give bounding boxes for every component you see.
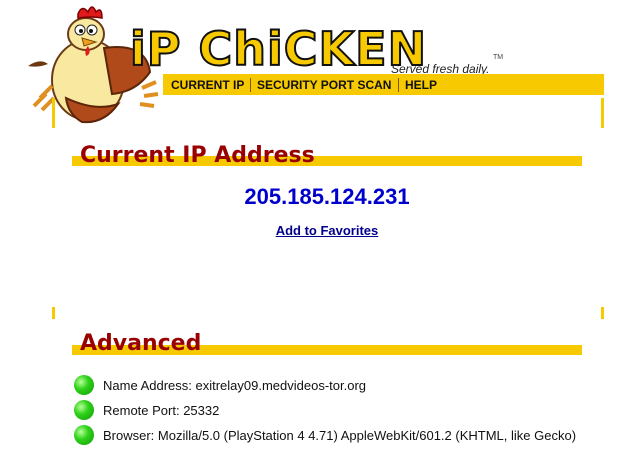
frame-left-mid <box>52 307 55 319</box>
browser-row: Browser: Mozilla/5.0 (PlayStation 4 4.71… <box>103 428 577 443</box>
ip-address-value: 205.185.124.231 <box>244 184 410 209</box>
frame-left-top <box>52 98 55 128</box>
add-to-favorites-link[interactable]: Add to Favorites <box>0 223 624 238</box>
name-address-row: Name Address: exitrelay09.medvideos-tor.… <box>103 378 367 393</box>
nav-divider <box>250 78 251 92</box>
nav-bar: CURRENT IP SECURITY PORT SCAN HELP <box>163 74 604 95</box>
nav-divider <box>398 78 399 92</box>
nav-current-ip[interactable]: CURRENT IP <box>171 74 244 95</box>
section-title-current-ip: Current IP Address <box>80 143 315 168</box>
remote-port-row: Remote Port: 25332 <box>103 403 220 418</box>
green-dot-icon <box>74 375 94 395</box>
nav-help[interactable]: HELP <box>405 74 437 95</box>
frame-right-top <box>601 98 604 128</box>
site-logo[interactable]: iP ChiCKEN <box>129 24 427 74</box>
green-dot-icon <box>74 425 94 445</box>
trademark: TM <box>493 54 504 61</box>
frame-right-mid <box>601 307 604 319</box>
section-title-advanced: Advanced <box>80 331 202 356</box>
green-dot-icon <box>74 400 94 420</box>
nav-security-port-scan[interactable]: SECURITY PORT SCAN <box>257 74 391 95</box>
